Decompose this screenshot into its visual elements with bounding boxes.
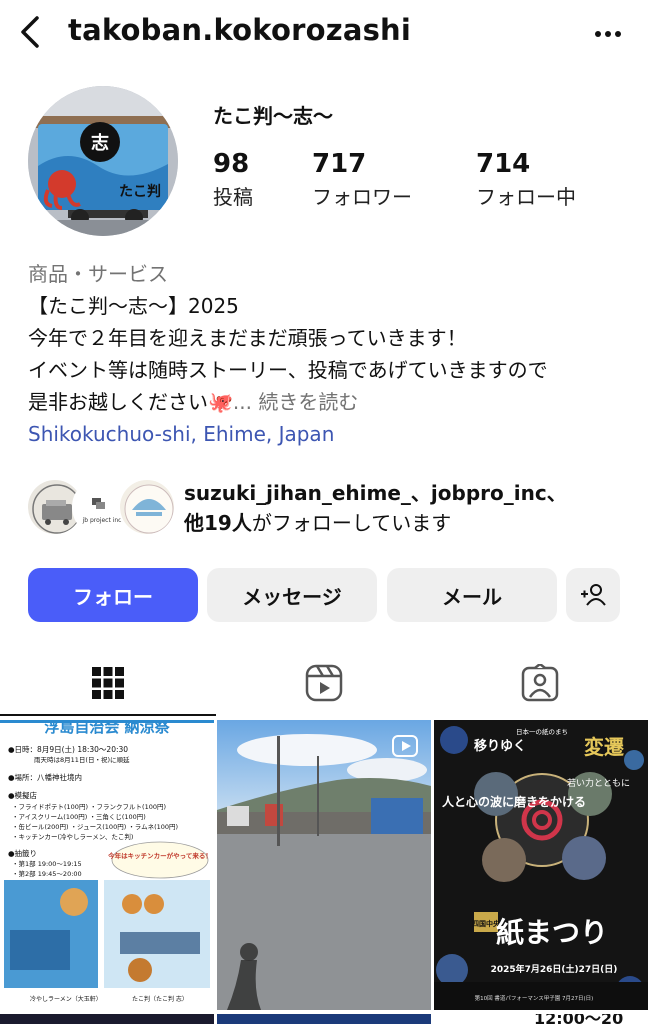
svg-text:・第1部 19:00〜19:15: ・第1部 19:00〜19:15 bbox=[12, 859, 82, 868]
reels-icon bbox=[305, 664, 343, 702]
chevron-left-icon bbox=[21, 16, 39, 48]
post-thumbnail-3[interactable]: 日本一の紙のまち 移りゆく 変遷 若い力とともに 人と心の波に磨きをかける 四国… bbox=[434, 720, 648, 1010]
svg-text:今年はキッチンカーがやって来る！: 今年はキッチンカーがやって来る！ bbox=[108, 851, 212, 860]
stat-posts-count: 98 bbox=[213, 149, 250, 179]
top-bar: takoban.kokorozashi bbox=[0, 0, 648, 66]
profile-username: takoban.kokorozashi bbox=[68, 13, 412, 47]
followed-by-row[interactable]: jb project inc. suzuki_jihan_ehime_、jobp… bbox=[26, 476, 636, 536]
svg-text:・第2部 19:45〜20:00: ・第2部 19:45〜20:00 bbox=[12, 869, 82, 878]
person-add-icon bbox=[581, 584, 606, 606]
svg-text:たこ判（たこ判 志）: たこ判（たこ判 志） bbox=[132, 995, 188, 1003]
followed-by-suffix: がフォローしています bbox=[251, 511, 452, 535]
bio-location-link[interactable]: Shikokuchuo-shi, Ehime, Japan bbox=[28, 418, 628, 450]
svg-text:冷やしラーメン（大玉軒）: 冷やしラーメン（大玉軒） bbox=[30, 995, 102, 1003]
svg-text:●抽籤り: ●抽籤り bbox=[8, 848, 37, 858]
follow-button[interactable]: フォロー bbox=[28, 568, 198, 622]
more-options-button[interactable] bbox=[594, 26, 622, 38]
svg-text:●模擬店: ●模擬店 bbox=[8, 790, 38, 800]
post-thumbnail-2[interactable] bbox=[217, 720, 431, 1010]
follower-avatar-3 bbox=[118, 478, 176, 536]
stat-followers[interactable]: 717 フォロワー bbox=[312, 148, 412, 214]
more-horizontal-icon bbox=[595, 31, 621, 37]
svg-text:2025年7月26日(土)27日(日): 2025年7月26日(土)27日(日) bbox=[491, 963, 618, 975]
svg-text:・フライドポテト(100円) ・フランクフルト(100円): ・フライドポテト(100円) ・フランクフルト(100円) bbox=[12, 803, 166, 811]
svg-text:第10回 書道パフォーマンス甲子園 7月27日(日): 第10回 書道パフォーマンス甲子園 7月27日(日) bbox=[475, 994, 594, 1002]
tab-grid[interactable] bbox=[0, 650, 216, 716]
tab-tagged[interactable] bbox=[432, 650, 648, 716]
stat-following-label: フォロー中 bbox=[476, 185, 576, 209]
message-button[interactable]: メッセージ bbox=[207, 568, 377, 622]
followed-by-text: suzuki_jihan_ehime_、jobpro_inc、 他19人がフォロ… bbox=[184, 478, 567, 538]
stat-posts[interactable]: 98 投稿 bbox=[213, 148, 253, 214]
svg-text:たこ判: たこ判 bbox=[119, 183, 161, 200]
post-thumbnail-6-peek: 12:00〜20 bbox=[434, 1014, 648, 1024]
back-button[interactable] bbox=[12, 14, 48, 50]
followed-by-others: 他19人 bbox=[184, 511, 252, 535]
post-thumbnail-5-peek bbox=[217, 1014, 431, 1024]
profile-bio: 商品・サービス 【たこ判〜志〜】2025 今年で２年目を迎えまだまだ頑張っていき… bbox=[28, 258, 628, 450]
post-6-text: 12:00〜20 bbox=[534, 1014, 624, 1024]
bio-line-1: 【たこ判〜志〜】2025 bbox=[28, 294, 239, 318]
stat-posts-label: 投稿 bbox=[213, 185, 253, 209]
avatar-photo: 志 たこ判 bbox=[28, 86, 178, 236]
svg-text:人と心の波に磨きをかける: 人と心の波に磨きをかける bbox=[442, 794, 586, 809]
post-thumbnail-4-peek bbox=[0, 1014, 214, 1024]
svg-text:・缶ビール(200円) ・ジュース(100円) ・ラムネ(1: ・缶ビール(200円) ・ジュース(100円) ・ラムネ(100円) bbox=[12, 822, 178, 831]
bio-line-4-wrap: 是非お越しください🐙... 続きを読む bbox=[28, 386, 628, 418]
svg-text:志: 志 bbox=[91, 132, 109, 154]
bio-line-4: 是非お越しください🐙 bbox=[28, 390, 233, 414]
svg-text:jb project inc.: jb project inc. bbox=[82, 517, 124, 524]
svg-text:移りゆく: 移りゆく bbox=[474, 738, 526, 754]
mail-button[interactable]: メール bbox=[387, 568, 557, 622]
stat-following-count: 714 bbox=[476, 149, 531, 179]
bio-category: 商品・サービス bbox=[28, 262, 168, 286]
svg-text:・キッチンカー(冷やしラーメン、たこ判): ・キッチンカー(冷やしラーメン、たこ判) bbox=[12, 832, 133, 841]
bio-line-3: イベント等は随時ストーリー、投稿であげていきますので bbox=[28, 358, 548, 382]
grid-icon bbox=[92, 667, 124, 699]
svg-text:●日時：8月9日(土) 18:30〜20:30: ●日時：8月9日(土) 18:30〜20:30 bbox=[8, 744, 128, 754]
active-tab-indicator bbox=[0, 714, 216, 716]
bio-line-2: 今年で２年目を迎えまだまだ頑張っていきます！ bbox=[28, 326, 467, 350]
add-user-button[interactable] bbox=[566, 568, 620, 622]
svg-text:紙まつり: 紙まつり bbox=[496, 916, 608, 949]
read-more-link[interactable]: 続きを読む bbox=[258, 390, 358, 414]
profile-tabs bbox=[0, 650, 648, 716]
svg-text:日本一の紙のまち: 日本一の紙のまち bbox=[516, 727, 568, 736]
post-grid: 浮島自治会 納涼祭 ●日時：8月9日(土) 18:30〜20:30 雨天時は8月… bbox=[0, 720, 648, 1024]
stat-following[interactable]: 714 フォロー中 bbox=[476, 148, 576, 214]
bio-ellipsis: ... bbox=[232, 390, 259, 414]
svg-text:変遷: 変遷 bbox=[584, 735, 624, 759]
svg-text:●場所：八幡神社境内: ●場所：八幡神社境内 bbox=[8, 772, 82, 782]
profile-display-name: たこ判〜志〜 bbox=[213, 104, 333, 128]
svg-text:若い力とともに: 若い力とともに bbox=[567, 777, 630, 789]
post-thumbnail-1[interactable]: 浮島自治会 納涼祭 ●日時：8月9日(土) 18:30〜20:30 雨天時は8月… bbox=[0, 720, 214, 1010]
stat-followers-label: フォロワー bbox=[312, 185, 412, 209]
tagged-person-icon bbox=[521, 664, 559, 702]
followed-by-names: suzuki_jihan_ehime_、jobpro_inc、 bbox=[184, 481, 567, 505]
stat-followers-count: 717 bbox=[312, 149, 367, 179]
followed-by-others-line: 他19人がフォローしています bbox=[184, 508, 567, 538]
tab-reels[interactable] bbox=[216, 650, 432, 716]
profile-avatar[interactable]: 志 たこ判 bbox=[28, 86, 178, 236]
svg-text:雨天時は8月11日(日・祝)に順延: 雨天時は8月11日(日・祝)に順延 bbox=[34, 755, 130, 764]
svg-text:・アイスクリーム(100円) ・三角くじ(100円): ・アイスクリーム(100円) ・三角くじ(100円) bbox=[12, 812, 146, 821]
